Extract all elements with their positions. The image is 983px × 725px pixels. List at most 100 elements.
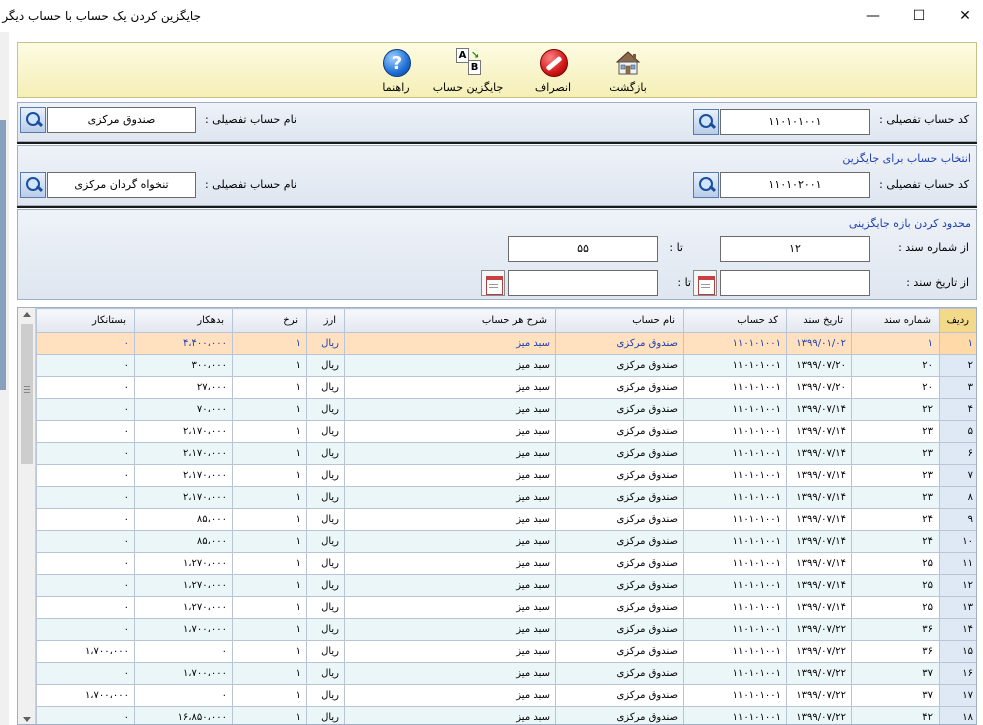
cell-credit: ۰ <box>36 552 135 575</box>
header-currency[interactable]: ارز <box>306 308 345 333</box>
header-description[interactable]: شرح هر حساب <box>344 308 556 333</box>
separator-1 <box>17 142 977 144</box>
cell-credit: ۱،۷۰۰،۰۰۰ <box>36 640 135 663</box>
help-button[interactable]: ? راهنما <box>366 47 426 97</box>
header-row-number[interactable]: ردیف <box>939 308 976 333</box>
cell-account-name: صندوق مرکزی <box>555 530 684 553</box>
table-row[interactable]: ۱،۷۰۰،۰۰۰ ۰ ۱ ریال سبد میز صندوق مرکزی ۱۱۰۱۰۱۰… <box>36 640 976 663</box>
cell-doc-date: ۱۳۹۹/۰۷/۲۲ <box>786 618 852 641</box>
table-row[interactable]: ۰ ۴،۴۰۰،۰۰۰ ۱ ریال سبد میز صندوق مرکزی ۱۱۰۱۰۱۰… <box>36 332 976 355</box>
header-doc-number[interactable]: شماره سند <box>851 308 940 333</box>
back-button[interactable]: بازگشت <box>593 47 663 97</box>
cell-debit: ۰ <box>134 640 233 663</box>
cell-account-name: صندوق مرکزی <box>555 684 684 707</box>
source-code-label: کد حساب تفصیلی : <box>879 113 969 126</box>
cell-rate: ۱ <box>232 640 307 663</box>
from-date-input[interactable] <box>720 270 870 296</box>
source-code-field[interactable]: ۱۱۰۱۰۱۰۰۱ <box>720 109 870 135</box>
target-name-search-icon[interactable] <box>20 172 46 198</box>
cell-doc-number: ۲۰ <box>851 376 940 399</box>
separator-2 <box>17 206 977 208</box>
table-row[interactable]: ۰ ۳۰۰،۰۰۰ ۱ ریال سبد میز صندوق مرکزی ۱۱۰۱۰۱۰۰۱… <box>36 354 976 377</box>
from-date-calendar-icon[interactable] <box>693 270 717 296</box>
source-code-search-icon[interactable] <box>693 109 719 135</box>
cell-currency: ریال <box>306 420 345 443</box>
target-code-search-icon[interactable] <box>693 172 719 198</box>
table-row[interactable]: ۰ ۸۵،۰۰۰ ۱ ریال سبد میز صندوق مرکزی ۱۱۰۱۰۱۰۰۱ ۱… <box>36 530 976 553</box>
cell-credit: ۱،۷۰۰،۰۰۰ <box>36 684 135 707</box>
header-account-code[interactable]: کد حساب <box>683 308 787 333</box>
cell-account-name: صندوق مرکزی <box>555 706 684 724</box>
header-credit[interactable]: بستانکار <box>36 308 135 333</box>
table-row[interactable]: ۰ ۱،۲۷۰،۰۰۰ ۱ ریال سبد میز صندوق مرکزی ۱۱۰۱۰۱۰… <box>36 574 976 597</box>
table-row[interactable]: ۱،۷۰۰،۰۰۰ ۰ ۱ ریال سبد میز صندوق مرکزی ۱۱۰۱۰۱۰… <box>36 684 976 707</box>
header-rate[interactable]: نرخ <box>232 308 307 333</box>
from-date-label: از تاریخ سند : <box>906 276 969 289</box>
cell-account-name: صندوق مرکزی <box>555 574 684 597</box>
cell-doc-date: ۱۳۹۹/۰۷/۱۴ <box>786 398 852 421</box>
table-row[interactable]: ۰ ۱،۷۰۰،۰۰۰ ۱ ریال سبد میز صندوق مرکزی ۱۱۰۱۰۱۰… <box>36 662 976 685</box>
to-date-input[interactable] <box>508 270 658 296</box>
cell-account-name: صندوق مرکزی <box>555 354 684 377</box>
table-row[interactable]: ۰ ۲۷،۰۰۰ ۱ ریال سبد میز صندوق مرکزی ۱۱۰۱۰۱۰۰۱ ۱… <box>36 376 976 399</box>
cell-credit: ۰ <box>36 354 135 377</box>
cell-credit: ۰ <box>36 442 135 465</box>
scroll-down-icon[interactable] <box>23 717 31 722</box>
cell-doc-number: ۲۳ <box>851 486 940 509</box>
table-row[interactable]: ۰ ۱،۲۷۰،۰۰۰ ۱ ریال سبد میز صندوق مرکزی ۱۱۰۱۰۱۰… <box>36 552 976 575</box>
cell-doc-date: ۱۳۹۹/۰۷/۱۴ <box>786 508 852 531</box>
cell-account-code: ۱۱۰۱۰۱۰۰۱ <box>683 354 787 377</box>
table-row[interactable]: ۰ ۲،۱۷۰،۰۰۰ ۱ ریال سبد میز صندوق مرکزی ۱۱۰۱۰۱۰… <box>36 420 976 443</box>
scroll-up-icon[interactable] <box>23 312 31 317</box>
table-row[interactable]: ۰ ۲،۱۷۰،۰۰۰ ۱ ریال سبد میز صندوق مرکزی ۱۱۰۱۰۱۰… <box>36 464 976 487</box>
from-doc-label: از شماره سند : <box>898 241 969 254</box>
cell-rate: ۱ <box>232 684 307 707</box>
header-debit[interactable]: بدهکار <box>134 308 233 333</box>
table-row[interactable]: ۰ ۱۶،۸۵۰،۰۰۰ ۱ ریال سبد میز صندوق مرکزی ۱۱۰۱۰۱… <box>36 706 976 724</box>
cell-description: سبد میز <box>344 706 556 724</box>
cell-account-name: صندوق مرکزی <box>555 662 684 685</box>
cell-doc-number: ۳۶ <box>851 618 940 641</box>
maximize-button[interactable]: ☐ <box>896 0 942 32</box>
cell-description: سبد میز <box>344 398 556 421</box>
header-doc-date[interactable]: تاریخ سند <box>786 308 852 333</box>
cell-account-name: صندوق مرکزی <box>555 376 684 399</box>
table-row[interactable]: ۰ ۷۰،۰۰۰ ۱ ریال سبد میز صندوق مرکزی ۱۱۰۱۰۱۰۰۱ ۱… <box>36 398 976 421</box>
table-row[interactable]: ۰ ۸۵،۰۰۰ ۱ ریال سبد میز صندوق مرکزی ۱۱۰۱۰۱۰۰۱ ۱… <box>36 508 976 531</box>
cell-doc-date: ۱۳۹۹/۰۷/۱۴ <box>786 420 852 443</box>
cell-credit: ۰ <box>36 530 135 553</box>
table-row[interactable]: ۰ ۱،۷۰۰،۰۰۰ ۱ ریال سبد میز صندوق مرکزی ۱۱۰۱۰۱۰… <box>36 618 976 641</box>
cell-account-name: صندوق مرکزی <box>555 552 684 575</box>
target-code-field[interactable]: ۱۱۰۱۰۲۰۰۱ <box>720 172 870 198</box>
help-icon: ? <box>380 47 412 77</box>
house-icon <box>612 47 644 77</box>
cell-description: سبد میز <box>344 618 556 641</box>
cell-debit: ۲۷،۰۰۰ <box>134 376 233 399</box>
table-row[interactable]: ۰ ۱،۲۷۰،۰۰۰ ۱ ریال سبد میز صندوق مرکزی ۱۱۰۱۰۱۰… <box>36 596 976 619</box>
table-row[interactable]: ۰ ۲،۱۷۰،۰۰۰ ۱ ریال سبد میز صندوق مرکزی ۱۱۰۱۰۱۰… <box>36 442 976 465</box>
close-button[interactable]: ✕ <box>942 0 983 32</box>
to-doc-input[interactable]: ۵۵ <box>508 236 658 262</box>
header-account-name[interactable]: نام حساب <box>555 308 684 333</box>
cell-currency: ریال <box>306 508 345 531</box>
cell-credit: ۰ <box>36 398 135 421</box>
grid-vertical-scrollbar[interactable] <box>18 308 36 724</box>
cell-currency: ریال <box>306 662 345 685</box>
cell-account-code: ۱۱۰۱۰۱۰۰۱ <box>683 486 787 509</box>
to-date-calendar-icon[interactable] <box>481 270 505 296</box>
minimize-button[interactable]: — <box>850 0 896 32</box>
cell-credit: ۰ <box>36 618 135 641</box>
cell-currency: ریال <box>306 486 345 509</box>
table-row[interactable]: ۰ ۲،۱۷۰،۰۰۰ ۱ ریال سبد میز صندوق مرکزی ۱۱۰۱۰۱۰… <box>36 486 976 509</box>
cell-row-number: ۲ <box>939 354 976 377</box>
from-doc-input[interactable]: ۱۲ <box>720 236 870 262</box>
cell-rate: ۱ <box>232 596 307 619</box>
scroll-thumb[interactable] <box>21 324 33 464</box>
cell-rate: ۱ <box>232 376 307 399</box>
cancel-button[interactable]: انصراف <box>518 47 588 97</box>
source-name-search-icon[interactable] <box>20 107 46 133</box>
replace-account-button[interactable]: A B ↘ جایگزین حساب <box>423 47 513 97</box>
cell-account-code: ۱۱۰۱۰۱۰۰۱ <box>683 596 787 619</box>
cell-description: سبد میز <box>344 332 556 355</box>
cell-doc-number: ۲۲ <box>851 398 940 421</box>
